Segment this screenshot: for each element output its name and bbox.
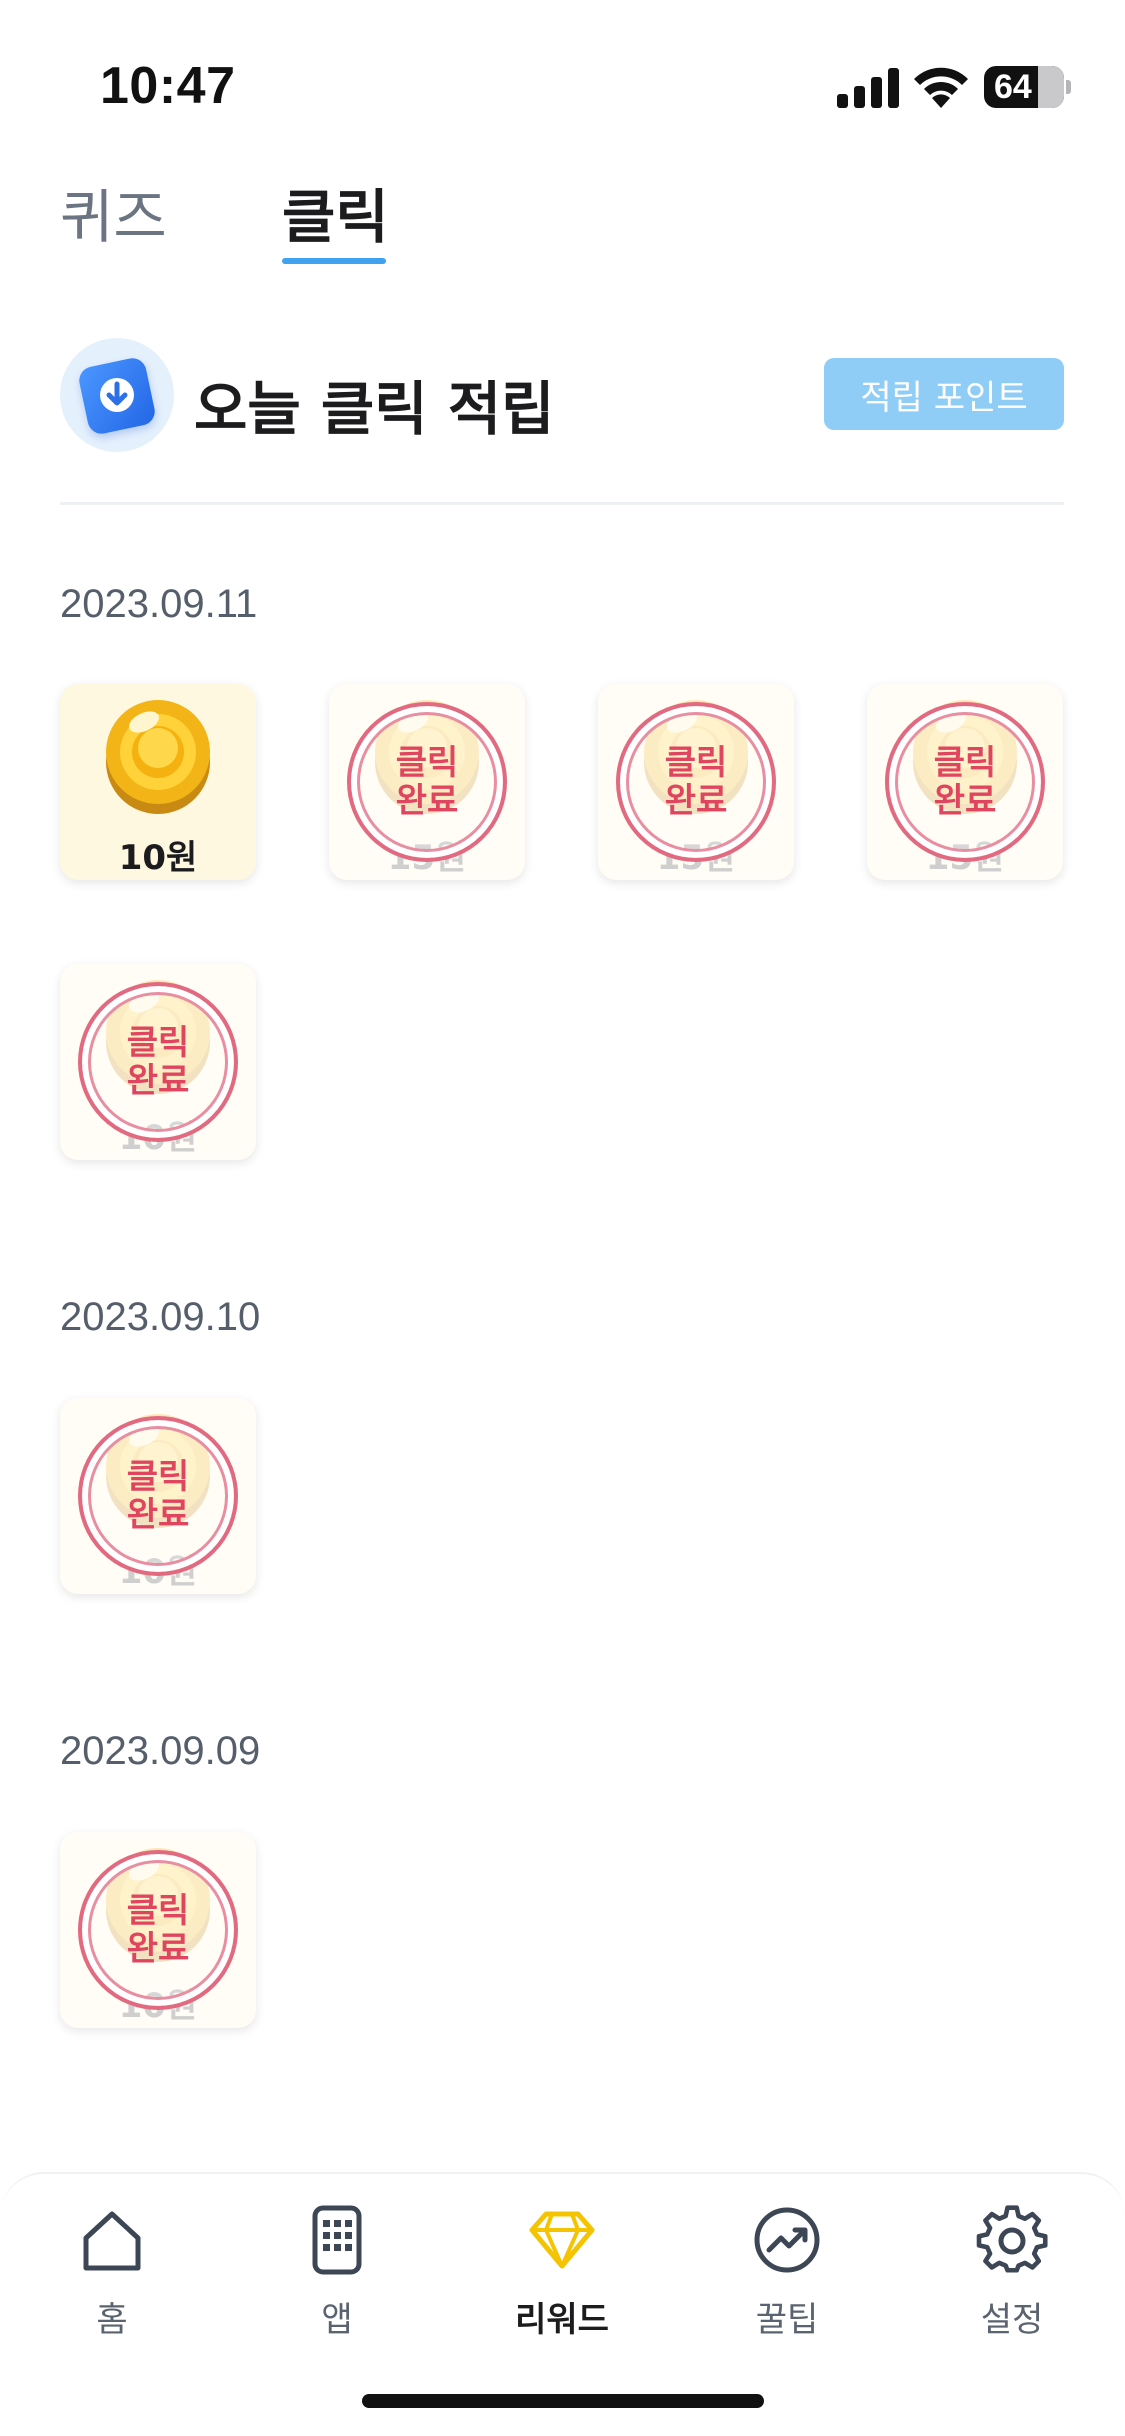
status-time: 10:47 xyxy=(100,57,236,115)
nav-tips[interactable]: 꿀팁 xyxy=(717,2204,857,2354)
stamp-line-1: 클릭 xyxy=(126,1023,190,1063)
tab-bar: 퀴즈 클릭 xyxy=(60,170,1060,270)
gear-icon xyxy=(976,2205,1048,2273)
wifi-icon xyxy=(914,67,968,108)
diamond-icon xyxy=(529,2211,595,2269)
click-complete-stamp: 클릭 완료 xyxy=(885,702,1045,862)
stamp-line-2: 완료 xyxy=(126,1495,190,1535)
date-label: 2023.09.10 xyxy=(60,1295,261,1339)
nav-home[interactable]: 홈 xyxy=(42,2204,182,2354)
nav-label: 앱 xyxy=(321,2300,353,2340)
stamp-line-2: 완료 xyxy=(933,781,997,821)
stamp-line-2: 완료 xyxy=(126,1929,190,1969)
click-complete-stamp: 클릭 완료 xyxy=(78,1850,238,2010)
tab-click[interactable]: 클릭 xyxy=(282,170,389,254)
status-bar: 10:47 64 xyxy=(0,0,1125,150)
download-card-icon xyxy=(60,338,174,452)
down-arrow-icon xyxy=(100,378,134,412)
click-complete-stamp: 클릭 완료 xyxy=(78,982,238,1142)
nav-apps[interactable]: 앱 xyxy=(267,2204,407,2354)
home-icon xyxy=(83,2211,141,2271)
stamp-line-1: 클릭 xyxy=(664,743,728,783)
stamp-line-2: 완료 xyxy=(664,781,728,821)
nav-settings[interactable]: 설정 xyxy=(942,2204,1082,2354)
active-tab-indicator xyxy=(282,258,386,264)
tab-quiz[interactable]: 퀴즈 xyxy=(60,170,167,254)
reward-card: 15원 클릭 완료 xyxy=(329,684,525,880)
reward-card: 10원 클릭 완료 xyxy=(60,964,256,1160)
nav-label: 꿀팁 xyxy=(755,2300,819,2340)
battery-percent: 64 xyxy=(994,67,1032,106)
nav-label: 설정 xyxy=(980,2300,1044,2340)
home-indicator xyxy=(362,2394,764,2408)
reward-card: 10원 클릭 완료 xyxy=(60,1398,256,1594)
nav-reward[interactable]: 리워드 xyxy=(492,2204,632,2354)
divider xyxy=(60,502,1064,505)
stamp-line-2: 완료 xyxy=(126,1061,190,1101)
stamp-line-1: 클릭 xyxy=(395,743,459,783)
battery-level xyxy=(1038,66,1064,108)
battery-icon: 64 xyxy=(984,66,1064,108)
trend-chart-icon xyxy=(754,2207,820,2273)
battery-tip xyxy=(1066,80,1071,94)
accumulated-points-button[interactable]: 적립 포인트 xyxy=(824,358,1064,430)
reward-card: 15원 클릭 완료 xyxy=(867,684,1063,880)
reward-amount: 10원 xyxy=(118,838,198,878)
nav-label: 리워드 xyxy=(515,2300,609,2340)
click-complete-stamp: 클릭 완료 xyxy=(616,702,776,862)
date-label: 2023.09.11 xyxy=(60,582,258,626)
stamp-line-1: 클릭 xyxy=(126,1457,190,1497)
cellular-signal-icon xyxy=(837,68,899,108)
click-complete-stamp: 클릭 완료 xyxy=(78,1416,238,1576)
reward-card: 10원 클릭 완료 xyxy=(60,1832,256,2028)
page-title: 오늘 클릭 적립 xyxy=(194,375,555,443)
stamp-line-2: 완료 xyxy=(395,781,459,821)
date-label: 2023.09.09 xyxy=(60,1729,261,1773)
stamp-line-1: 클릭 xyxy=(126,1891,190,1931)
reward-card: 15원 클릭 완료 xyxy=(598,684,794,880)
nav-label: 홈 xyxy=(96,2300,128,2340)
reward-card[interactable]: 10원 xyxy=(60,684,256,880)
stamp-line-1: 클릭 xyxy=(933,743,997,783)
coin-icon xyxy=(106,700,210,814)
section-header: 오늘 클릭 적립 적립 포인트 xyxy=(60,338,1064,454)
click-complete-stamp: 클릭 완료 xyxy=(347,702,507,862)
app-grid-icon xyxy=(312,2205,362,2275)
